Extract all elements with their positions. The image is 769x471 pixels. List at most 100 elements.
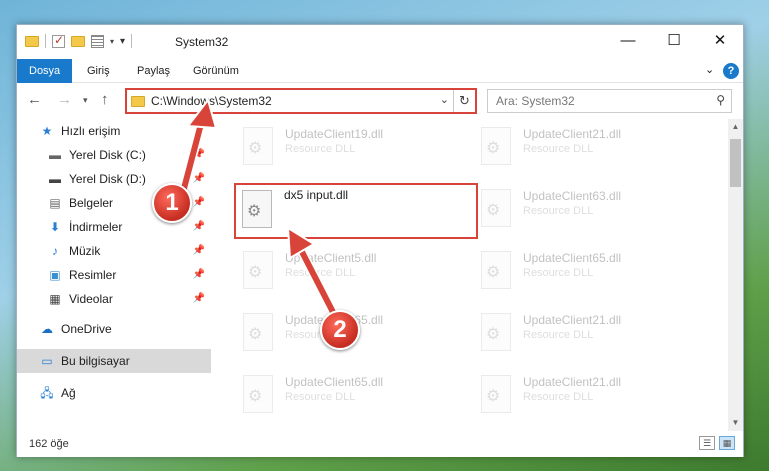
help-icon[interactable]: ?	[723, 63, 739, 79]
dll-file-icon	[481, 127, 511, 165]
chevron-down-icon[interactable]: ⌄	[440, 93, 449, 106]
file-name: dx5 input.dll	[284, 188, 349, 202]
file-type: Resource DLL	[523, 143, 594, 155]
file-type: Resource DLL	[285, 391, 356, 403]
sidebar-item-local-disk-c[interactable]: ▬ Yerel Disk (C:) 📌	[17, 143, 211, 167]
pin-icon[interactable]: 📌	[193, 263, 205, 287]
file-item[interactable]: UpdateClient65.dll Resource DLL	[473, 245, 703, 301]
sidebar-item-videos[interactable]: ▦ Videolar 📌	[17, 287, 211, 311]
sidebar-item-label: Belgeler	[69, 196, 114, 210]
tab-home[interactable]: Giriş	[75, 59, 122, 83]
file-name: UpdateClient5.dll	[285, 251, 377, 265]
customize-toolbar-icon[interactable]: ▾	[120, 36, 125, 47]
sidebar-item-onedrive[interactable]: ☁ OneDrive	[17, 317, 211, 341]
file-type: Resource DLL	[523, 205, 594, 217]
music-icon: ♪	[52, 244, 58, 258]
properties-icon[interactable]	[91, 34, 104, 48]
item-count: 162 öğe	[29, 438, 69, 450]
expand-ribbon-icon[interactable]: ⌄	[705, 63, 714, 76]
file-name: UpdateClient19.dll	[285, 127, 384, 141]
recent-locations-chevron-icon[interactable]: ▾	[83, 95, 88, 106]
large-icons-view-icon[interactable]: ▦	[719, 436, 735, 450]
maximize-button[interactable]: ☐	[651, 25, 697, 57]
refresh-icon[interactable]: ↻	[453, 90, 475, 112]
file-name: UpdateClient21.dll	[523, 375, 622, 389]
navigation-bar: ← → ▾ ↑ C:\Windows\System32 ⌄ ↻ Ara: Sys…	[17, 83, 743, 117]
pin-icon[interactable]: 📌	[193, 143, 205, 167]
window-title: System32	[175, 35, 229, 49]
file-type: Resource DLL	[523, 267, 594, 279]
sidebar-item-label: Müzik	[69, 244, 101, 258]
drive-icon: ▬	[49, 172, 61, 186]
scroll-down-icon[interactable]: ▼	[728, 415, 743, 431]
file-item[interactable]: UpdateClient21.dll Resource DLL	[473, 369, 703, 425]
file-name: UpdateClient65.dll	[285, 375, 384, 389]
file-item[interactable]: UpdateClient21.dll Resource DLL	[473, 307, 703, 363]
file-item[interactable]: UpdateClient21.dll Resource DLL	[473, 121, 703, 177]
pin-icon[interactable]: 📌	[193, 215, 205, 239]
back-arrow-icon[interactable]: ←	[27, 91, 42, 108]
sidebar-item-network[interactable]: 🖧 Ağ	[17, 381, 211, 405]
file-name: UpdateClient65.dll	[523, 251, 622, 265]
file-item[interactable]: UpdateClient63.dll Resource DLL	[473, 183, 703, 239]
new-folder-icon[interactable]	[71, 35, 85, 47]
scroll-thumb[interactable]	[730, 139, 741, 187]
properties-check-icon[interactable]	[52, 33, 65, 48]
highlighted-file-item[interactable]: dx5 input.dll	[234, 183, 478, 239]
status-bar: 162 öğe ☰ ▦	[17, 431, 743, 457]
file-type: Resource DLL	[285, 143, 356, 155]
search-icon[interactable]: ⚲	[716, 93, 725, 107]
file-item[interactable]: UpdateClient19.dll Resource DLL	[235, 121, 465, 177]
sidebar-item-this-pc[interactable]: ▭ Bu bilgisayar	[17, 349, 211, 373]
videos-icon: ▦	[49, 292, 61, 306]
divider	[45, 34, 46, 48]
forward-arrow-icon[interactable]: →	[57, 91, 72, 108]
scroll-up-icon[interactable]: ▲	[728, 119, 743, 135]
tab-file[interactable]: Dosya	[17, 59, 73, 83]
dll-file-icon	[242, 190, 272, 228]
file-item-dx5-input[interactable]: dx5 input.dll	[236, 185, 466, 241]
sidebar-item-label: Videolar	[69, 292, 113, 306]
pictures-icon: ▣	[49, 268, 61, 282]
address-path[interactable]: C:\Windows\System32	[151, 94, 272, 108]
pin-icon[interactable]: 📌	[193, 287, 205, 311]
dll-file-icon	[481, 375, 511, 413]
sidebar-item-music[interactable]: ♪ Müzik 📌	[17, 239, 211, 263]
sidebar-item-label: İndirmeler	[69, 220, 123, 234]
cloud-icon: ☁	[41, 322, 53, 336]
folder-icon	[131, 96, 145, 107]
sidebar-item-quick-access[interactable]: ★ Hızlı erişim	[17, 119, 211, 143]
sidebar-item-label: Hızlı erişim	[61, 124, 121, 138]
pin-icon[interactable]: 📌	[193, 167, 205, 191]
file-type: Resource DLL	[523, 391, 594, 403]
sidebar-item-label: Ağ	[61, 386, 76, 400]
sidebar-item-label: OneDrive	[61, 322, 112, 336]
close-button[interactable]: ✕	[697, 25, 743, 57]
vertical-scrollbar[interactable]: ▲ ▼	[728, 119, 743, 431]
sidebar-item-label: Bu bilgisayar	[61, 354, 130, 368]
folder-icon	[25, 35, 39, 47]
address-bar[interactable]: C:\Windows\System32 ⌄ ↻	[125, 88, 477, 114]
network-icon: 🖧	[40, 386, 54, 400]
dll-file-icon	[243, 375, 273, 413]
documents-icon: ▤	[49, 196, 61, 210]
computer-icon: ▭	[41, 354, 53, 368]
title-bar: ▾ ▾ System32 — ☐ ✕	[17, 25, 743, 59]
pin-icon[interactable]: 📌	[193, 191, 205, 215]
up-arrow-icon[interactable]: ↑	[101, 91, 109, 108]
file-item[interactable]: UpdateClient65.dll Resource DLL	[235, 369, 465, 425]
tab-view[interactable]: Görünüm	[181, 59, 251, 83]
sidebar-item-label: Resimler	[69, 268, 117, 282]
tab-share[interactable]: Paylaş	[125, 59, 182, 83]
search-input[interactable]: Ara: System32 ⚲	[487, 89, 732, 113]
chevron-down-icon[interactable]: ▾	[110, 37, 114, 46]
sidebar-item-label: Yerel Disk (D:)	[69, 172, 146, 186]
file-type: Resource DLL	[285, 267, 356, 279]
details-view-icon[interactable]: ☰	[699, 436, 715, 450]
file-item[interactable]: UpdateClient5.dll Resource DLL	[235, 245, 465, 301]
pin-icon[interactable]: 📌	[193, 239, 205, 263]
minimize-button[interactable]: —	[605, 25, 651, 57]
divider	[131, 34, 133, 48]
sidebar-item-pictures[interactable]: ▣ Resimler 📌	[17, 263, 211, 287]
file-name: UpdateClient21.dll	[523, 127, 622, 141]
